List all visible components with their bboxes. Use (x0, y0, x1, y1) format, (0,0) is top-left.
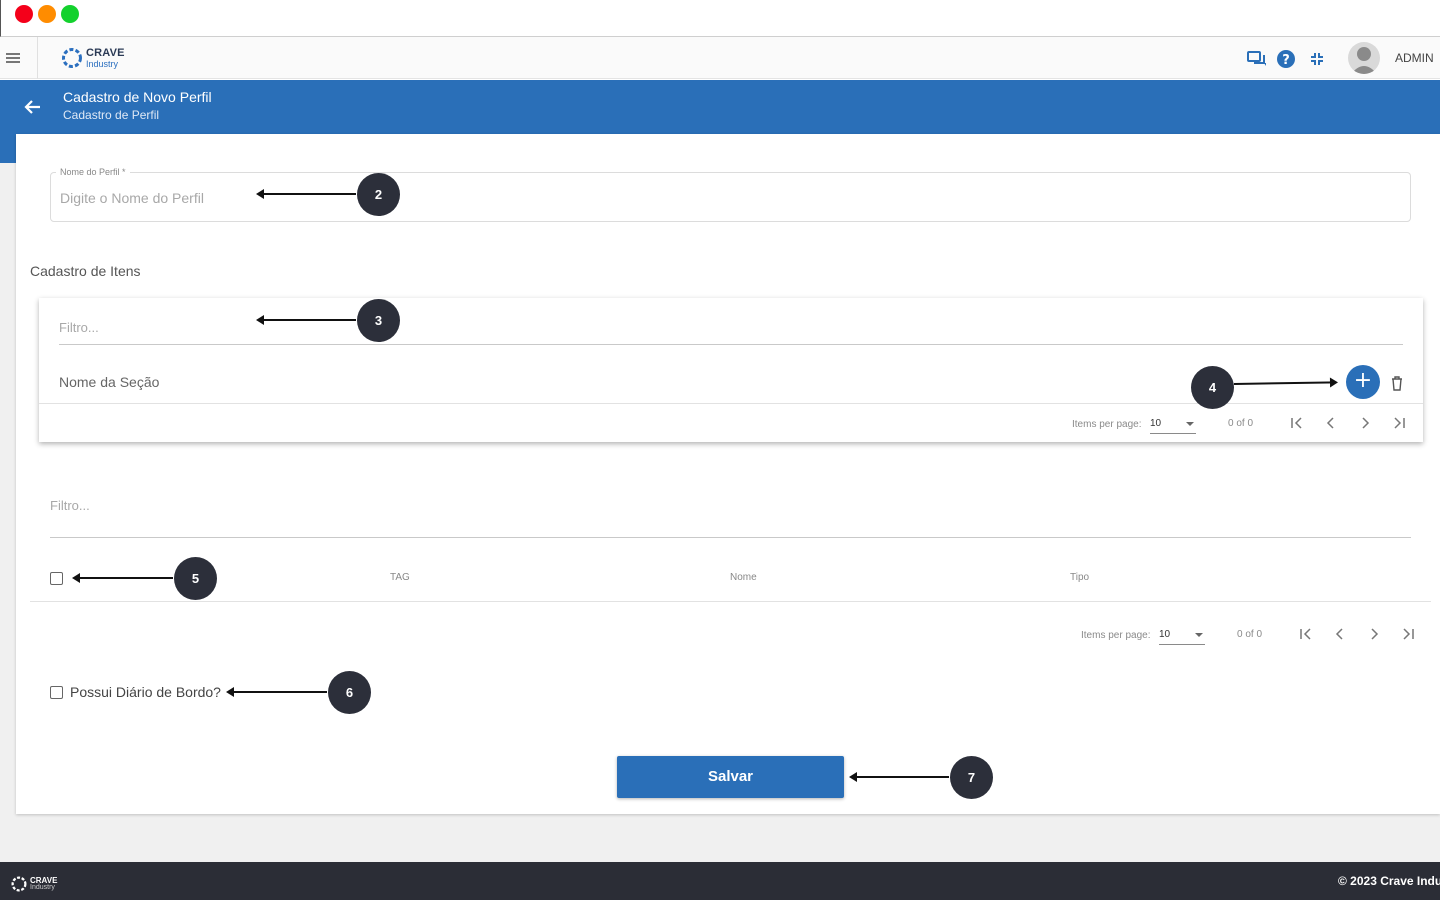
column-header-nome[interactable]: Nome (730, 572, 757, 583)
page-title: Cadastro de Novo Perfil (63, 89, 212, 105)
form-card (16, 134, 1440, 814)
items-page-size-value: 10 (1150, 418, 1162, 429)
callout-arrow (72, 573, 173, 583)
tags-header-separator (30, 601, 1431, 602)
app-footer: CRAVE Industry © 2023 Crave Indu (0, 862, 1440, 900)
header-divider (37, 37, 38, 79)
select-all-checkbox[interactable] (50, 572, 63, 585)
items-filter-underline (59, 344, 1403, 345)
back-arrow-icon[interactable] (24, 98, 42, 116)
tags-page-size-select[interactable]: 10 (1159, 627, 1205, 645)
tags-paginator: Items per page: 10 0 of 0 (1081, 623, 1421, 647)
tags-filter-input[interactable] (50, 498, 450, 513)
add-section-button[interactable]: + (1346, 365, 1380, 399)
user-avatar[interactable] (1348, 42, 1380, 74)
items-per-page-label: Items per page: (1072, 419, 1142, 430)
close-window-button[interactable] (15, 5, 33, 23)
profile-name-label: Nome do Perfil * (56, 167, 130, 177)
items-page-size-select[interactable]: 10 (1150, 416, 1196, 434)
logbook-label[interactable]: Possui Diário de Bordo? (70, 684, 221, 700)
copyright-text: © 2023 Crave Indu (1338, 874, 1440, 888)
column-header-tipo[interactable]: Tipo (1070, 572, 1089, 583)
items-section-heading: Cadastro de Itens (30, 263, 141, 279)
items-range-label: 0 of 0 (1228, 418, 1254, 429)
svg-text:?: ? (1282, 53, 1290, 68)
page-banner: Cadastro de Novo Perfil Cadastro de Perf… (0, 80, 1440, 134)
logbook-checkbox[interactable] (50, 686, 63, 699)
logo-line2: Industry (86, 59, 119, 69)
tags-page-size-value: 10 (1159, 629, 1171, 640)
save-button[interactable]: Salvar (617, 756, 844, 798)
previous-page-icon[interactable] (1322, 414, 1340, 432)
callout-badge: 4 (1191, 366, 1234, 409)
minimize-window-button[interactable] (38, 5, 56, 23)
first-page-icon[interactable] (1288, 414, 1306, 432)
chat-icon[interactable] (1247, 49, 1267, 69)
section-name-column: Nome da Seção (59, 374, 160, 390)
last-page-icon[interactable] (1399, 625, 1417, 643)
chevron-down-icon (1195, 633, 1203, 637)
callout-badge: 7 (950, 756, 993, 799)
maximize-window-button[interactable] (61, 5, 79, 23)
page-subtitle: Cadastro de Perfil (63, 108, 160, 122)
callout-arrow (256, 315, 356, 325)
crave-logo-icon (11, 876, 27, 892)
footer-logo: CRAVE Industry (10, 875, 57, 893)
previous-page-icon[interactable] (1331, 625, 1349, 643)
help-icon[interactable]: ? (1276, 49, 1296, 69)
next-page-icon[interactable] (1365, 625, 1383, 643)
window-titlebar (0, 0, 1440, 37)
tags-range-label: 0 of 0 (1237, 629, 1263, 640)
crave-logo-icon (62, 48, 82, 68)
callout-badge: 2 (357, 173, 400, 216)
callout-arrow (256, 189, 356, 199)
user-name[interactable]: ADMIN (1395, 51, 1434, 65)
footer-logo-line2: Industry (30, 884, 55, 891)
last-page-icon[interactable] (1390, 414, 1408, 432)
trash-icon[interactable] (1390, 375, 1404, 391)
collapse-icon[interactable] (1307, 49, 1327, 69)
app-header: CRAVE Industry ? ADMIN (0, 37, 1440, 79)
logo-line1: CRAVE (86, 47, 125, 59)
tags-filter-underline (50, 537, 1411, 538)
hamburger-menu-icon[interactable] (6, 53, 20, 63)
first-page-icon[interactable] (1297, 625, 1315, 643)
callout-arrow (849, 772, 949, 782)
callout-arrow (226, 687, 327, 697)
column-header-tag[interactable]: TAG (390, 572, 410, 583)
app-logo[interactable]: CRAVE Industry (60, 44, 125, 72)
user-silhouette-icon (1351, 47, 1377, 74)
next-page-icon[interactable] (1356, 414, 1374, 432)
items-paginator: Items per page: 10 0 of 0 (1072, 412, 1412, 436)
chevron-down-icon (1186, 422, 1194, 426)
callout-badge: 3 (357, 299, 400, 342)
footer-logo-line1: CRAVE (30, 876, 58, 885)
callout-badge: 5 (174, 557, 217, 600)
tags-per-page-label: Items per page: (1081, 630, 1151, 641)
banner-strip (0, 134, 16, 163)
callout-badge: 6 (328, 671, 371, 714)
